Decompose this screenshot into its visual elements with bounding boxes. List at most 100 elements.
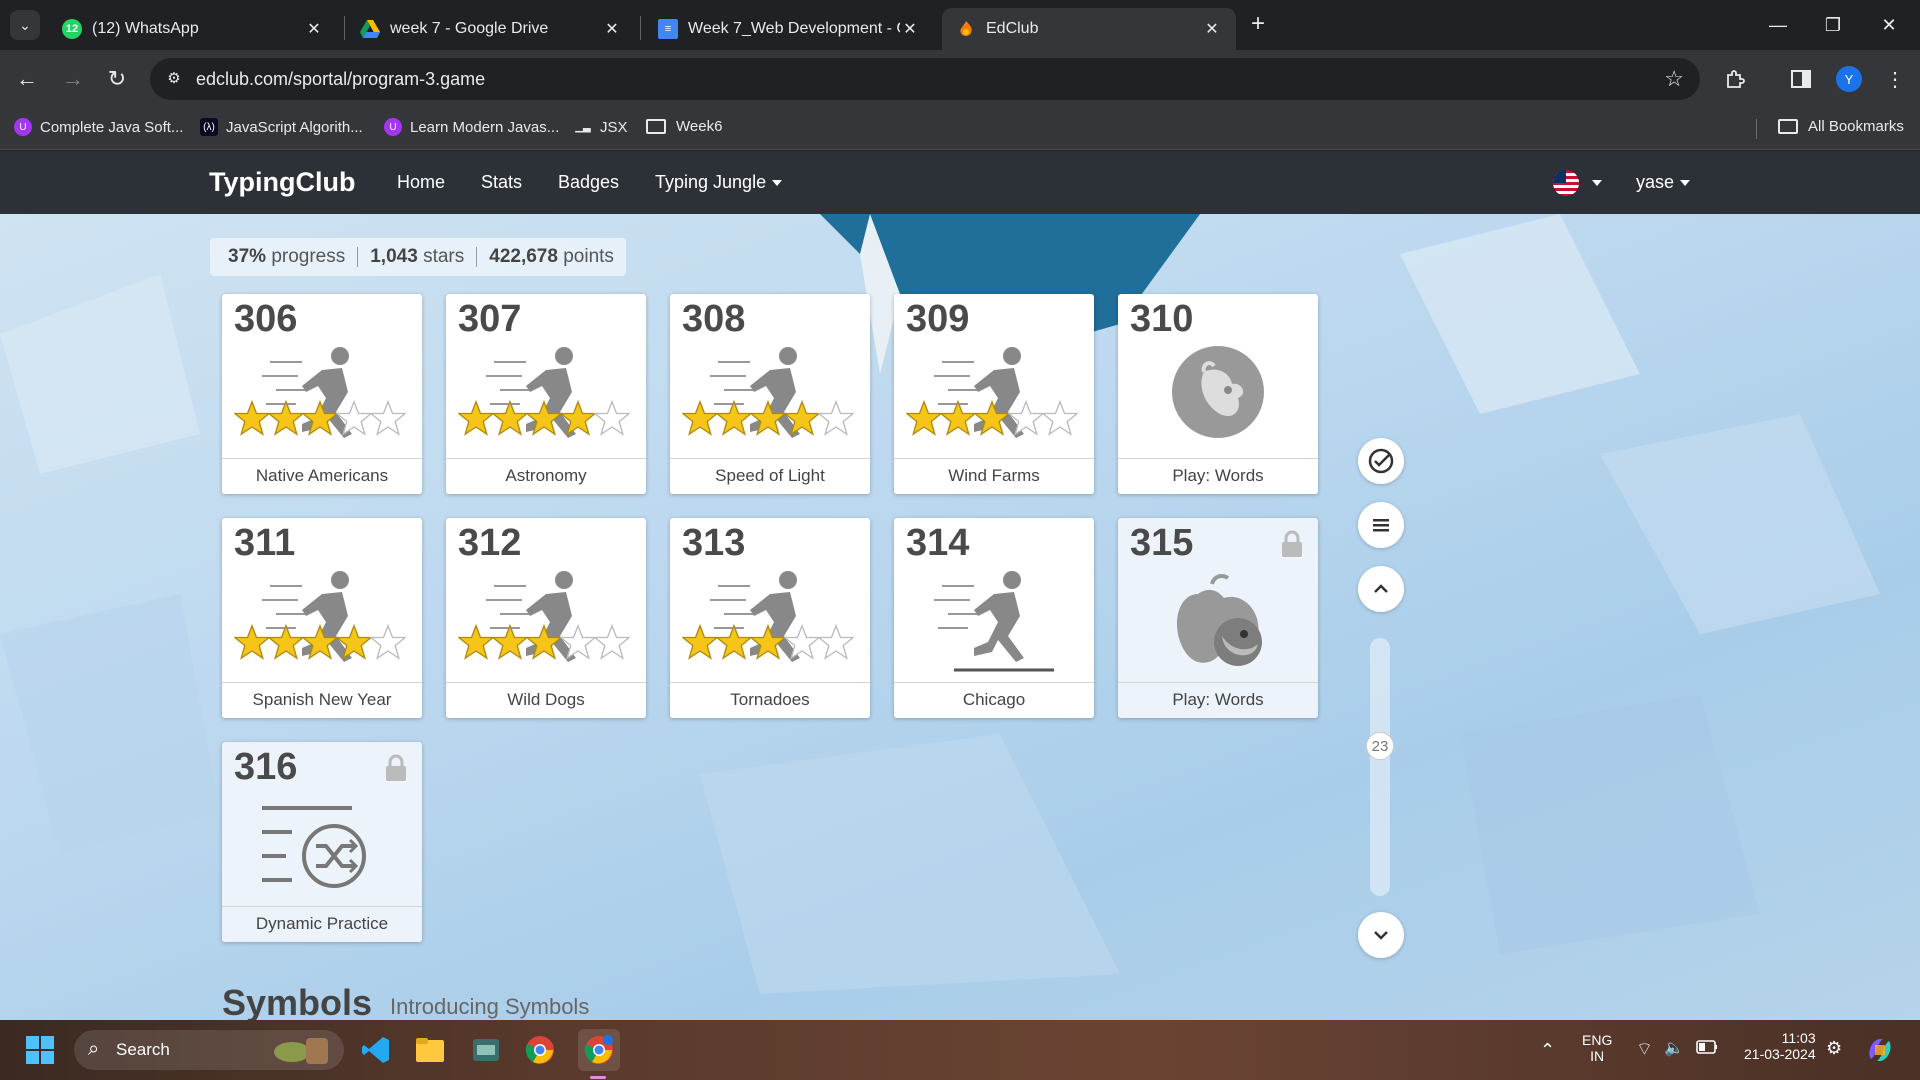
menu-kebab-icon[interactable]: ⋮ [1880,64,1910,94]
vscode-icon[interactable] [358,1032,394,1068]
nav-home[interactable]: Home [397,172,445,193]
site-info-icon[interactable]: ⚙ [164,69,184,89]
bookmark-item[interactable]: (λ) JavaScript Algorith... [200,118,363,136]
bookmark-folder[interactable]: Week6 [646,118,722,135]
lesson-card-307[interactable]: 307 Astronomy [446,294,646,494]
whatsapp-icon: 12 [62,19,82,39]
brand-logo[interactable]: TypingClub [209,167,355,198]
star-filled-icon [335,622,373,672]
lesson-card-311[interactable]: 311 Spanish New Year [222,518,422,718]
nav-typing-jungle[interactable]: Typing Jungle [655,172,783,193]
lesson-card-313[interactable]: 313 Tornadoes [670,518,870,718]
star-rating [457,622,634,672]
nav-stats[interactable]: Stats [481,172,522,193]
gear-icon[interactable]: ⚙ [1826,1038,1842,1059]
menu-button[interactable] [1358,502,1404,548]
star-filled-icon [749,622,787,672]
udemy-icon: U [384,118,402,136]
star-filled-icon [267,622,305,672]
lesson-card-315[interactable]: 315 Play: Words [1118,518,1318,718]
clock[interactable]: 11:03 21-03-2024 [1744,1030,1816,1062]
volume-icon[interactable]: 🔈 [1664,1038,1684,1058]
scroll-down-button[interactable] [1358,912,1404,958]
lesson-card-310[interactable]: 310 Play: Words [1118,294,1318,494]
back-button[interactable]: ← [12,64,42,94]
star-filled-icon [457,622,495,672]
chrome-icon[interactable] [522,1032,558,1068]
check-progress-button[interactable] [1358,438,1404,484]
photo-app-icon[interactable] [468,1032,504,1068]
lesson-card-312[interactable]: 312 Wild Dogs [446,518,646,718]
star-filled-icon [559,398,597,448]
lesson-title: Dynamic Practice [222,906,422,942]
minimize-button[interactable]: — [1755,8,1801,42]
copilot-icon[interactable] [1862,1032,1898,1068]
close-icon[interactable]: ✕ [304,19,324,39]
bookmark-star-icon[interactable]: ☆ [1664,66,1684,92]
progress-percent: 37% [228,246,267,267]
edclub-icon [956,19,976,39]
bookmarks-bar: U Complete Java Soft... (λ) JavaScript A… [0,108,1920,150]
folder-icon [646,119,666,134]
star-empty-icon [593,398,631,448]
tab-search-button[interactable]: ⌄ [10,10,40,40]
bookmark-item[interactable]: U Complete Java Soft... [14,118,183,136]
close-window-button[interactable]: ✕ [1866,8,1912,42]
lesson-card-309[interactable]: 309 Wind Farms [894,294,1094,494]
tab-google-drive[interactable]: week 7 - Google Drive ✕ [346,8,636,50]
side-panel-icon[interactable] [1786,64,1816,94]
taskbar-search[interactable]: ⌕ Search [74,1030,344,1070]
tab-edclub[interactable]: EdClub ✕ [942,8,1236,50]
bookmark-item[interactable]: U Learn Modern Javas... [384,118,559,136]
close-icon[interactable]: ✕ [900,19,920,39]
all-bookmarks[interactable]: All Bookmarks [1778,118,1904,135]
lock-icon [1280,530,1304,558]
bookmark-item[interactable]: ▁▃ JSX [574,118,627,136]
forward-button[interactable]: → [58,64,88,94]
arrow-left-icon: ← [16,66,38,91]
new-tab-button[interactable]: + [1244,10,1272,38]
language-code: ENG [1582,1032,1613,1048]
windows-start-icon[interactable] [22,1032,58,1068]
lesson-title: Native Americans [222,458,422,494]
tab-google-docs[interactable]: ≡ Week 7_Web Development - Go ✕ [644,8,934,50]
language-indicator[interactable]: ENG IN [1582,1032,1612,1064]
browser-toolbar: ← → ↻ ⚙ edclub.com/sportal/program-3.gam… [0,50,1920,108]
stars-label: stars [423,246,465,267]
scroll-position-marker[interactable]: 23 [1366,732,1394,760]
lesson-card-316[interactable]: 316 Dynamic Practice [222,742,422,942]
reload-button[interactable]: ↻ [102,64,132,94]
bookmark-label: Complete Java Soft... [40,118,184,136]
check-circle-icon [1368,448,1394,474]
shuffle-practice-icon [262,790,382,900]
show-hidden-icons[interactable]: ⌃ [1540,1040,1555,1061]
bookmark-divider [1756,119,1757,139]
lesson-card-314[interactable]: 314 Chicago [894,518,1094,718]
lesson-card-308[interactable]: 308 Speed of Light [670,294,870,494]
battery-icon[interactable] [1696,1040,1718,1057]
lesson-number: 315 [1130,522,1194,564]
user-menu[interactable]: yase [1636,172,1691,193]
close-icon[interactable]: ✕ [1202,19,1222,39]
scroll-up-button[interactable] [1358,566,1404,612]
nav-badges[interactable]: Badges [558,172,619,193]
star-filled-icon [525,398,563,448]
extensions-icon[interactable] [1720,64,1750,94]
wifi-icon[interactable]: ⌔ [1636,1038,1653,1061]
search-icon: ⌕ [88,1038,100,1060]
us-flag-icon[interactable] [1553,170,1579,196]
profile-avatar[interactable]: Y [1836,66,1862,92]
tab-whatsapp[interactable]: 12 (12) WhatsApp ✕ [48,8,338,50]
lesson-title: Play: Words [1118,458,1318,494]
lesson-card-306[interactable]: 306 Native Americans [222,294,422,494]
scroll-track[interactable] [1370,638,1390,896]
url-text[interactable]: edclub.com/sportal/program-3.game [196,69,485,90]
chrome-profile-icon[interactable] [578,1029,620,1071]
lesson-number: 308 [682,298,746,340]
star-filled-icon [715,398,753,448]
caret-down-icon[interactable] [1592,180,1602,186]
close-icon[interactable]: ✕ [602,19,622,39]
restore-button[interactable]: ❐ [1810,8,1856,42]
file-explorer-icon[interactable] [412,1032,448,1068]
address-bar[interactable]: ⚙ edclub.com/sportal/program-3.game ☆ [150,58,1700,100]
